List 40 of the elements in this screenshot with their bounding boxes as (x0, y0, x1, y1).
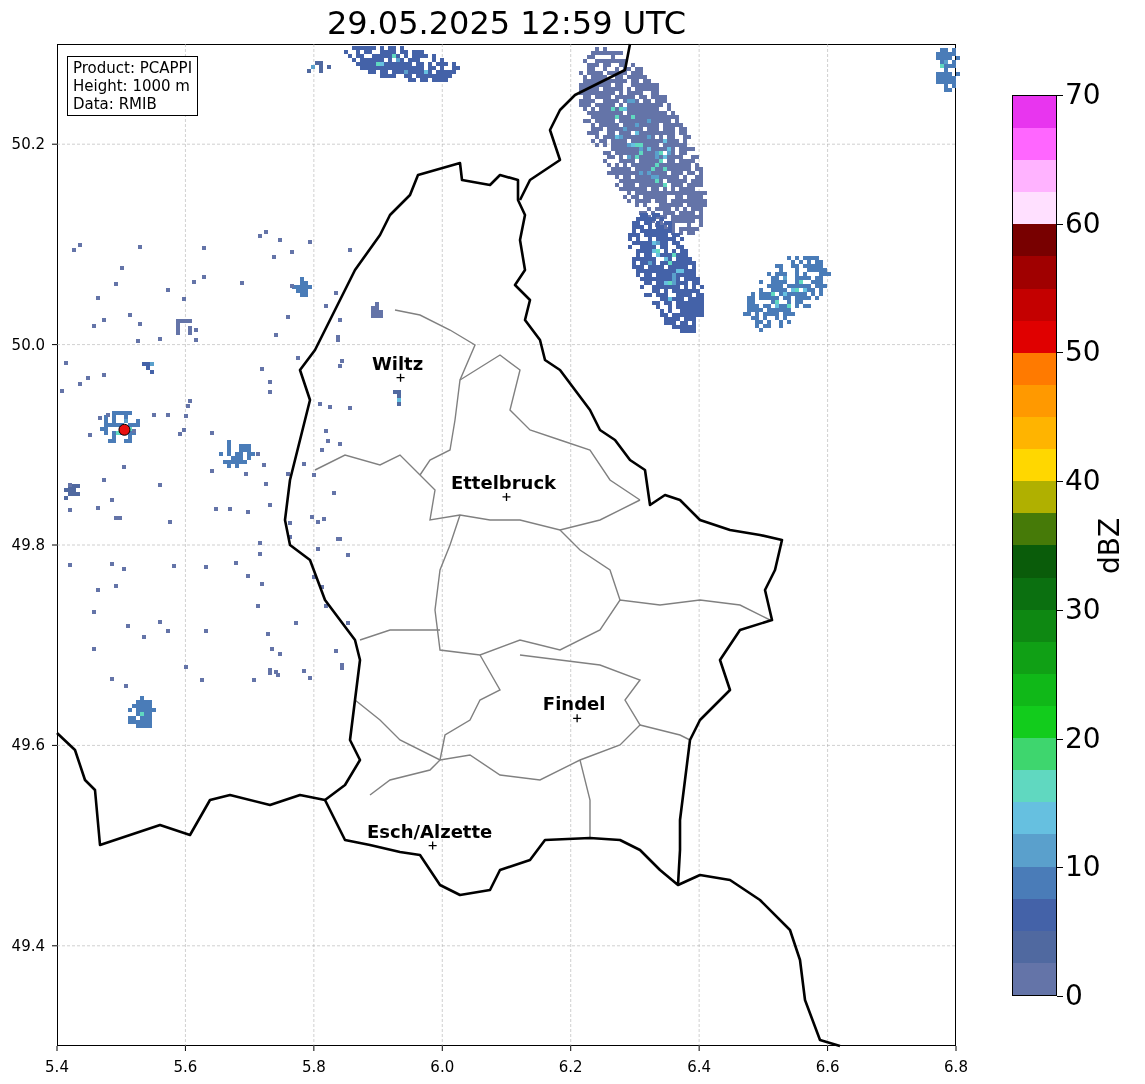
chart-title: 29.05.2025 12:59 UTC (326, 5, 687, 39)
colorbar-tick-label: 0 (1065, 982, 1083, 1010)
colorbar-tick-label: 70 (1065, 81, 1101, 109)
colorbar-label: dBZ (1092, 517, 1126, 574)
rain-echo-drawing (307, 61, 331, 73)
y-tick-label: 49.4 (11, 936, 45, 955)
colorbar-tick-label: 30 (1065, 595, 1101, 624)
y-tick-label: 49.6 (11, 736, 45, 755)
x-tick-label: 6.4 (687, 1058, 712, 1076)
city-label: Findel (542, 692, 606, 714)
rain-echo-drawing (128, 696, 156, 728)
y-tick-label: 49.8 (11, 536, 45, 554)
city-label: Esch/Alzette (367, 820, 493, 842)
city-label: Ettelbruck (450, 471, 557, 493)
info-text: Height: 1000 m (73, 77, 191, 95)
colorbar-tick-label: 20 (1065, 724, 1101, 753)
city-marker-icon (501, 492, 512, 502)
colorbar-tick-label: 50 (1065, 338, 1101, 367)
colorbar-tick-label: 60 (1065, 209, 1101, 238)
city-label: Wiltz (371, 352, 424, 374)
x-tick-label: 6.0 (430, 1058, 455, 1076)
y-tick-label: 50.0 (11, 335, 45, 354)
rain-echo-drawing (371, 302, 383, 318)
info-text: Product: PCAPPI (73, 59, 193, 77)
city-marker-icon (572, 713, 582, 723)
radar-site-marker (118, 423, 131, 436)
city-marker-icon (428, 840, 438, 851)
rain-echo-drawing (393, 390, 401, 406)
x-tick-label: 5.8 (301, 1058, 326, 1076)
info-text: Data: RMIB (73, 95, 158, 113)
x-tick-label: 6.6 (815, 1058, 840, 1076)
y-tick-label: 50.2 (11, 135, 45, 154)
colorbar-tick-label: 40 (1065, 467, 1101, 496)
x-tick-label: 5.4 (45, 1058, 69, 1076)
x-tick-label: 5.6 (173, 1058, 198, 1076)
colorbar-tick-label: 10 (1065, 853, 1101, 882)
rain-echo-drawing (936, 48, 960, 92)
city-marker-icon (395, 373, 406, 383)
x-tick-label: 6.8 (944, 1058, 968, 1076)
x-tick-label: 6.2 (558, 1058, 583, 1076)
